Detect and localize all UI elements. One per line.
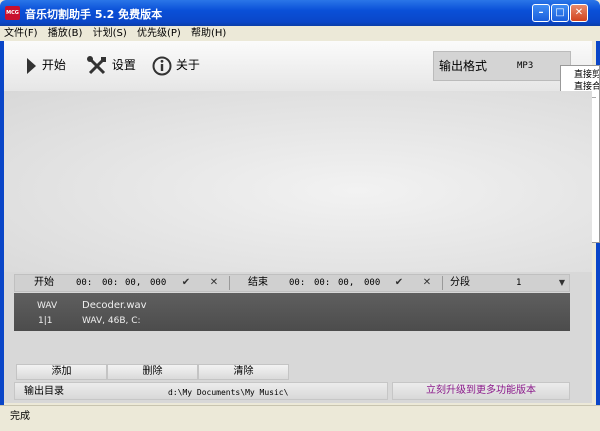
segment-value[interactable]: 1 — [516, 277, 521, 289]
settings-button[interactable]: 设置 — [86, 53, 136, 77]
start-hours[interactable]: 00: — [76, 277, 92, 289]
settings-label: 设置 — [111, 58, 136, 72]
set-start-check-icon[interactable]: ✔ — [180, 276, 192, 290]
maximize-icon: □ — [555, 7, 565, 18]
menu-file[interactable]: 文件(F) — [0, 26, 41, 41]
file-index: 1|1 — [38, 316, 53, 326]
start-minutes[interactable]: 00: — [102, 277, 118, 289]
waveform-area[interactable] — [4, 91, 592, 272]
menu-play[interactable]: 播放(B) — [44, 26, 86, 41]
about-label: 关于 — [175, 58, 200, 72]
close-icon: ✕ — [574, 7, 584, 18]
close-button[interactable]: ✕ — [570, 4, 588, 22]
menu-priority[interactable]: 优先级(P) — [133, 26, 184, 41]
output-directory-label: 输出目录 — [24, 386, 64, 397]
tools-icon — [87, 55, 106, 74]
end-time-label: 结束 — [248, 277, 268, 288]
time-separator — [229, 276, 230, 290]
segment-dropdown-arrow-icon[interactable]: ▼ — [556, 276, 568, 290]
segment-label: 分段 — [450, 277, 470, 288]
file-type: WAV — [37, 301, 58, 311]
status-text: 完成 — [10, 411, 30, 422]
start-label: 开始 — [41, 58, 66, 72]
dropdown-option-direct-cut[interactable]: 直接剪 — [561, 69, 599, 81]
menu-help[interactable]: 帮助(H) — [187, 26, 229, 41]
delete-button[interactable]: 删除 — [107, 364, 198, 380]
clear-start-icon[interactable]: ✕ — [208, 276, 220, 290]
app-icon: MCG — [5, 6, 20, 20]
minimize-button[interactable]: – — [532, 4, 550, 22]
upgrade-link[interactable]: 立刻升级到更多功能版本 — [392, 382, 570, 400]
time-separator — [442, 276, 443, 290]
file-name[interactable]: Decoder.wav — [82, 300, 147, 312]
start-seconds[interactable]: 00, — [125, 277, 141, 289]
output-directory-path[interactable]: d:\My Documents\My Music\ — [168, 387, 288, 399]
window-title: 音乐切割助手 5.2 免费版本 — [25, 8, 163, 21]
end-hours[interactable]: 00: — [289, 277, 305, 289]
start-milliseconds[interactable]: 000 — [150, 277, 166, 289]
file-info: WAV, 46B, C: — [82, 316, 141, 326]
menu-bar: 文件(F) 播放(B) 计划(S) 优先级(P) 帮助(H) — [0, 26, 600, 41]
minimize-icon: – — [538, 7, 544, 18]
start-time-label: 开始 — [34, 277, 54, 288]
output-format-value: MP3 — [517, 61, 534, 71]
start-button[interactable]: 开始 — [24, 53, 66, 77]
clear-button[interactable]: 清除 — [198, 364, 289, 380]
end-milliseconds[interactable]: 000 — [364, 277, 380, 289]
clear-end-icon[interactable]: ✕ — [421, 276, 433, 290]
end-minutes[interactable]: 00: — [314, 277, 330, 289]
set-end-check-icon[interactable]: ✔ — [393, 276, 405, 290]
output-format-label: 输出格式 — [439, 59, 488, 73]
info-icon — [152, 56, 172, 75]
end-seconds[interactable]: 00, — [338, 277, 354, 289]
maximize-button[interactable]: □ — [551, 4, 569, 22]
status-bar — [0, 405, 600, 431]
menu-schedule[interactable]: 计划(S) — [89, 26, 130, 41]
play-icon — [27, 57, 36, 74]
about-button[interactable]: 关于 — [152, 53, 200, 77]
add-button[interactable]: 添加 — [16, 364, 107, 380]
